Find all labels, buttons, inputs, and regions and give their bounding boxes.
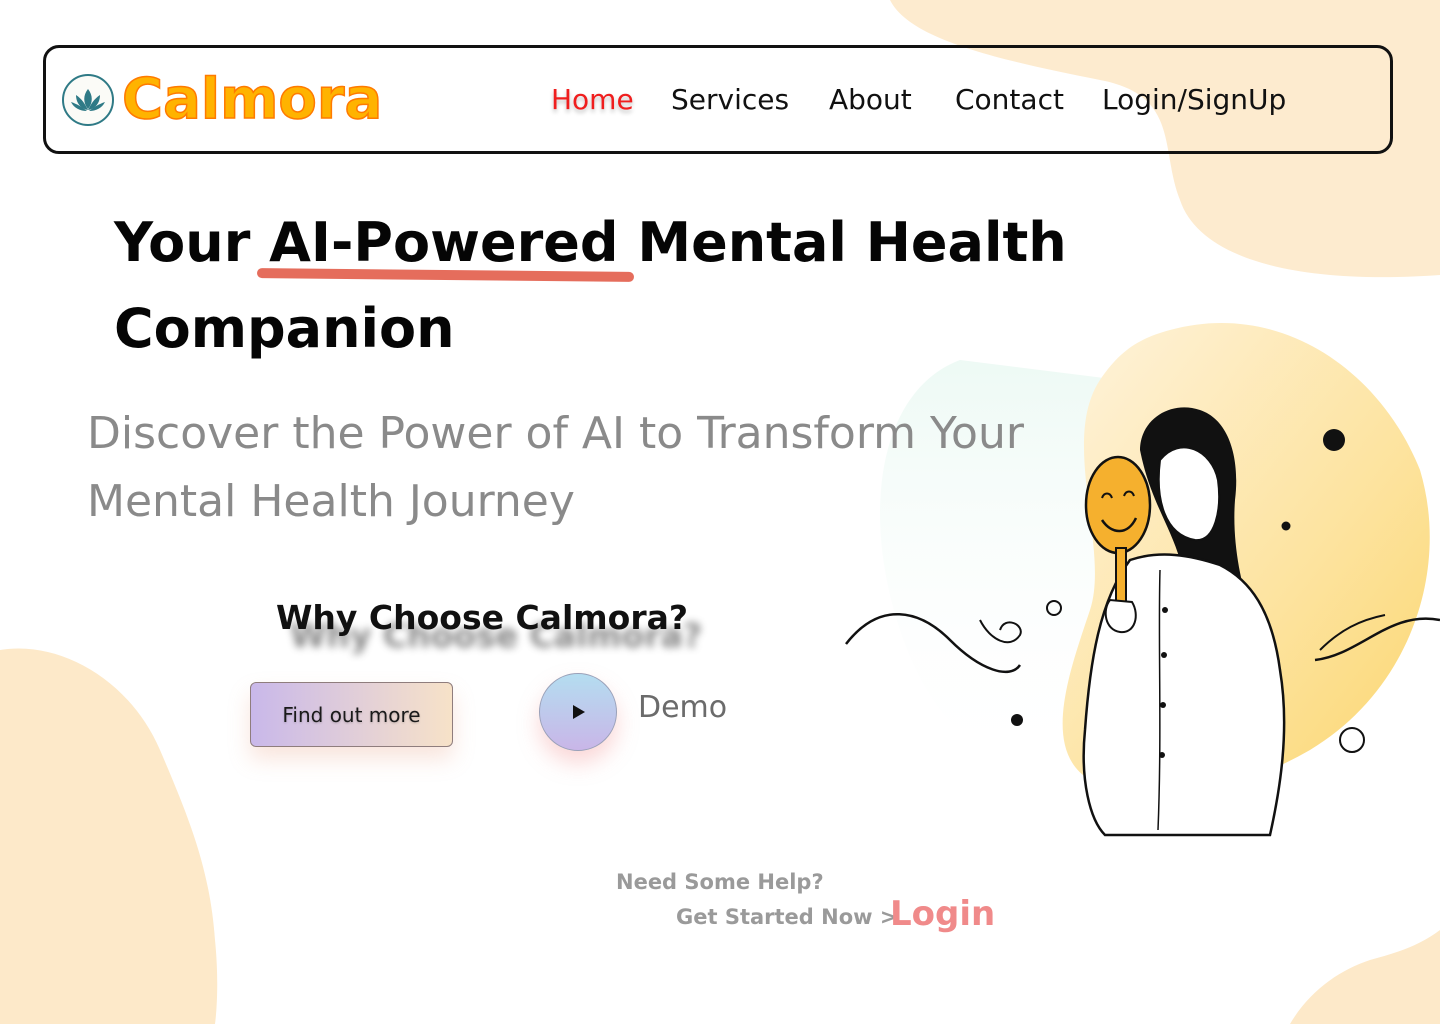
demo-label[interactable]: Demo	[638, 690, 727, 725]
login-link[interactable]: Login	[890, 894, 995, 934]
get-started-text: Get Started Now >	[676, 905, 898, 929]
hero-title-part1: Your	[114, 211, 270, 274]
navbar: Calmora Home Services About Contact Logi…	[43, 45, 1393, 154]
help-text: Need Some Help?	[616, 870, 824, 894]
hero-title-line2: Companion	[114, 297, 455, 360]
nav-about[interactable]: About	[829, 82, 912, 118]
nav-services[interactable]: Services	[671, 82, 789, 118]
demo-play-button[interactable]	[539, 673, 617, 751]
hero-title-highlight: AI-Powered	[257, 200, 635, 286]
hero-subtitle: Discover the Power of AI to Transform Yo…	[87, 408, 1024, 527]
bottom-right-blob	[1290, 930, 1440, 1024]
why-heading: Why Choose Calmora?	[276, 598, 689, 637]
lotus-icon[interactable]	[62, 74, 114, 126]
nav-contact[interactable]: Contact	[955, 82, 1064, 118]
hero-title-highlight-text: AI-Powered	[269, 211, 619, 274]
hero-title-part2: Mental Health	[618, 211, 1067, 274]
hero-title: Your AI-Powered Mental Health Companion	[114, 200, 1114, 372]
brand-logo-text[interactable]: Calmora	[121, 60, 383, 140]
woman-with-mask-illustration	[845, 322, 1440, 837]
page: Calmora Home Services About Contact Logi…	[0, 0, 1440, 1024]
bottom-left-blob	[0, 648, 218, 1024]
nav-login-signup[interactable]: Login/SignUp	[1102, 82, 1286, 118]
nav-home[interactable]: Home	[551, 82, 634, 118]
find-out-more-button[interactable]: Find out more	[250, 682, 453, 747]
play-icon	[573, 705, 585, 719]
